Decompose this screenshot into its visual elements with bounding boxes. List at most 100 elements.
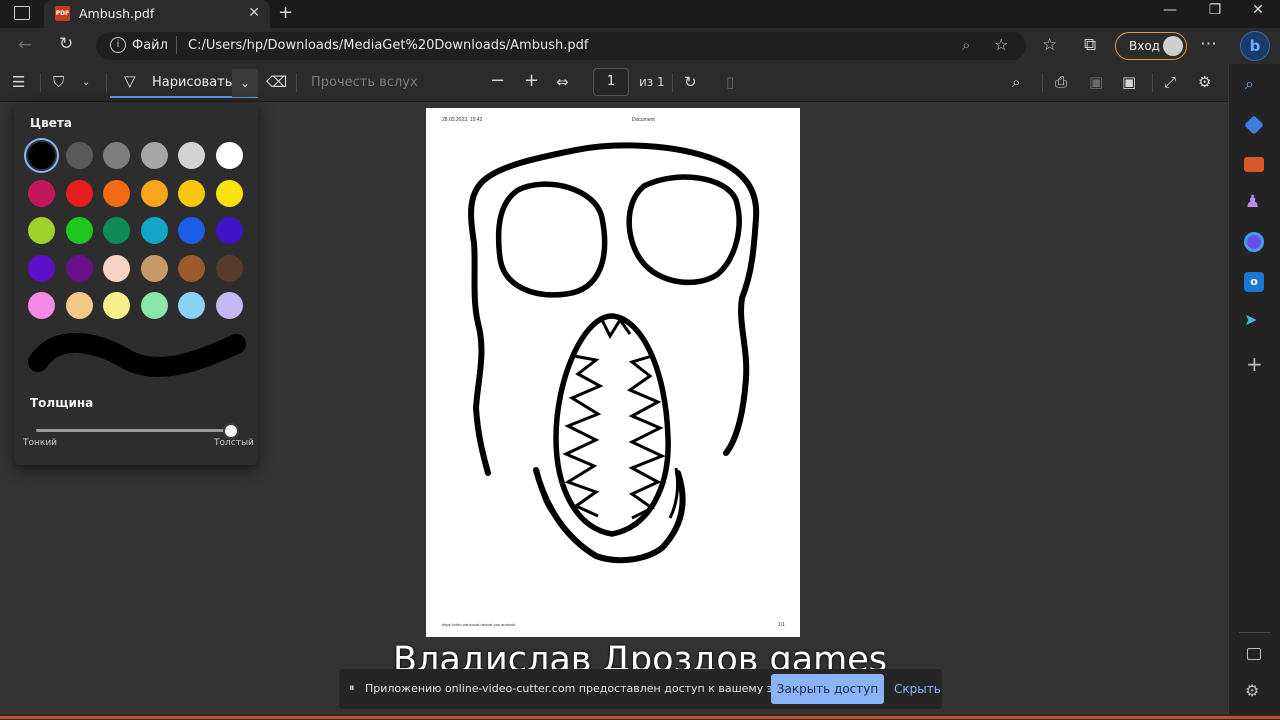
new-tab-icon[interactable]: + [278, 2, 293, 23]
color-swatch[interactable] [28, 254, 55, 282]
color-swatch[interactable] [65, 217, 93, 244]
tab-ambush[interactable]: PDF Ambush.pdf ✕ [44, 0, 270, 28]
refresh-icon[interactable]: ↻ [59, 34, 73, 54]
print-icon[interactable]: ⎙ [1055, 73, 1067, 91]
screen-share-bar: ⏸ Приложению online-video-cutter.com пре… [339, 669, 942, 709]
eraser-icon[interactable]: ⌫ [266, 73, 287, 91]
maximize-icon[interactable]: ❐ [1195, 2, 1235, 18]
info-icon[interactable]: i [110, 37, 126, 53]
color-swatch[interactable] [65, 292, 93, 319]
page-view-icon[interactable]: ▯ [726, 73, 734, 91]
more-menu-icon[interactable]: ⋯ [1200, 34, 1217, 54]
toolbar-divider [1042, 74, 1043, 92]
draw-dropdown-icon[interactable]: ⌄ [232, 69, 258, 97]
page-count: из 1 [639, 75, 665, 89]
fit-width-icon[interactable]: ⇔ [556, 73, 569, 91]
color-swatch[interactable] [65, 179, 93, 207]
bing-chat-icon[interactable]: b [1240, 31, 1270, 61]
contents-icon[interactable]: ☰ [12, 73, 25, 91]
color-swatch[interactable] [103, 217, 130, 244]
tab-actions-icon[interactable] [14, 6, 30, 20]
color-swatch[interactable] [140, 254, 168, 282]
close-tab-icon[interactable]: ✕ [248, 5, 260, 21]
thick-label: Толстый [214, 438, 254, 448]
close-window-icon[interactable]: ✕ [1238, 2, 1278, 18]
pdf-footer-url: https://chto-narisovat-risovat-vse-ambus… [442, 622, 516, 627]
save-as-icon[interactable]: ▣ [1122, 73, 1136, 91]
color-swatch[interactable] [140, 292, 168, 319]
scheme-label: Файл [132, 38, 168, 53]
collections-icon[interactable]: ⧉ [1084, 35, 1096, 55]
find-icon[interactable]: ⌕ [1012, 73, 1020, 91]
draw-label: Нарисовать [152, 75, 233, 90]
back-icon[interactable]: ← [18, 35, 32, 55]
progress-line [0, 716, 1280, 719]
pdf-page[interactable]: 28.03.2023, 15:42 Document https://chto-… [426, 108, 800, 637]
color-swatch[interactable] [28, 179, 55, 207]
shopping-tag-icon[interactable] [1244, 115, 1264, 135]
hide-button[interactable]: Скрыть [894, 682, 941, 696]
color-swatch[interactable] [178, 254, 205, 282]
color-swatch[interactable] [178, 292, 205, 319]
highlight-dropdown-icon[interactable]: ⌄ [82, 77, 90, 88]
copilot-icon[interactable] [1244, 232, 1264, 252]
sidebar-divider [1239, 632, 1271, 633]
color-swatch[interactable] [28, 142, 55, 169]
color-swatch[interactable] [215, 142, 243, 169]
ambush-drawing [468, 142, 760, 564]
thickness-heading: Толщина [30, 396, 94, 410]
thickness-slider-thumb[interactable] [223, 423, 239, 439]
toolbox-icon[interactable] [1244, 157, 1264, 172]
plus-icon[interactable]: + [1246, 352, 1263, 376]
thickness-slider-track[interactable] [36, 429, 232, 432]
minimize-icon[interactable]: — [1150, 2, 1190, 18]
highlight-icon[interactable]: ⛉ [53, 73, 64, 91]
color-swatch[interactable] [103, 254, 130, 282]
colors-heading: Цвета [30, 116, 72, 130]
outlook-icon[interactable]: o [1244, 272, 1264, 292]
telegram-icon[interactable]: ➤ [1244, 310, 1257, 329]
color-swatch[interactable] [103, 292, 130, 319]
zoom-in-icon[interactable]: + [524, 70, 539, 91]
address-bar[interactable]: i Файл C:/Users/hp/Downloads/MediaGet%20… [96, 32, 1026, 60]
chess-icon[interactable]: ♟ [1245, 192, 1260, 212]
color-swatch[interactable] [103, 142, 130, 169]
color-swatch[interactable] [178, 217, 205, 244]
color-swatch[interactable] [103, 179, 130, 207]
color-swatch[interactable] [28, 292, 55, 319]
sidebar-settings-icon[interactable]: ⚙ [1245, 681, 1259, 700]
pdf-footer-page: 1/1 [778, 622, 785, 628]
pdf-toolbar: ☰ ⛉ ⌄ ▽ Нарисовать ⌄ ⌫ Прочесть вслух − … [0, 64, 1228, 102]
zoom-icon[interactable]: ⌕ [962, 36, 970, 54]
pause-icon[interactable]: ⏸ [349, 681, 355, 695]
draw-button[interactable]: ▽ Нарисовать ⌄ [110, 68, 258, 98]
save-icon[interactable]: ▣ [1089, 73, 1103, 91]
sign-in-button[interactable]: Вход [1115, 32, 1187, 60]
page-number-input[interactable]: 1 [593, 68, 629, 96]
stop-sharing-button[interactable]: Закрыть доступ [771, 674, 884, 704]
color-swatch[interactable] [65, 254, 93, 282]
color-swatch[interactable] [140, 142, 168, 169]
settings-icon[interactable]: ⚙ [1198, 73, 1211, 91]
draw-options-panel: Цвета Толщина Тонкий Толстый [14, 102, 258, 465]
color-swatch[interactable] [215, 292, 243, 319]
rotate-icon[interactable]: ↻ [684, 73, 697, 91]
zoom-out-icon[interactable]: − [490, 70, 505, 91]
read-aloud-button[interactable]: Прочесть вслух [311, 75, 418, 90]
fullscreen-icon[interactable]: ⤢ [1164, 73, 1176, 91]
color-swatch[interactable] [178, 179, 205, 207]
color-swatch[interactable] [140, 217, 168, 244]
color-swatch[interactable] [215, 254, 243, 282]
color-swatch[interactable] [28, 217, 55, 244]
color-swatch[interactable] [65, 142, 93, 169]
toolbar-divider [1152, 74, 1153, 92]
color-swatch[interactable] [215, 217, 243, 244]
url-text[interactable]: C:/Users/hp/Downloads/MediaGet%20Downloa… [188, 38, 588, 53]
favorites-icon[interactable]: ☆ [1042, 35, 1057, 55]
color-swatch[interactable] [178, 142, 205, 169]
search-icon[interactable]: ⌕ [1245, 74, 1254, 94]
color-swatch[interactable] [215, 179, 243, 207]
add-favorite-icon[interactable]: ☆ [994, 35, 1008, 54]
avatar-icon [1163, 36, 1183, 56]
color-swatch[interactable] [140, 179, 168, 207]
